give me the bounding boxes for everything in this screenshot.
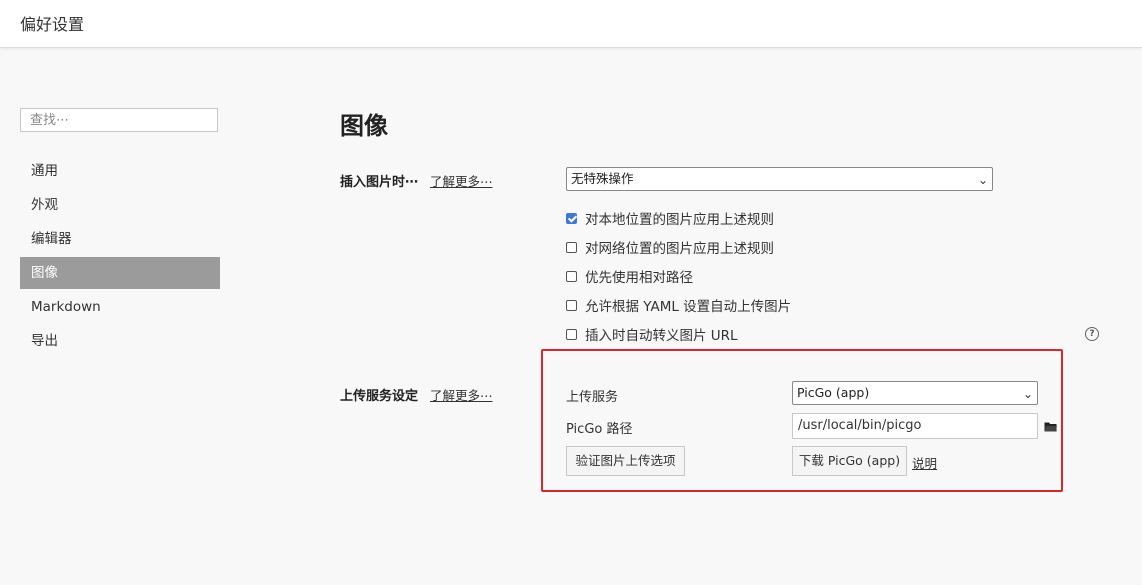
download-picgo-button[interactable]: 下载 PicGo (app) bbox=[792, 446, 907, 476]
upload-service-settings-label: 上传服务设定 bbox=[340, 389, 419, 404]
sidebar-nav: 通用 外观 编辑器 图像 Markdown 导出 bbox=[20, 155, 220, 359]
checkbox-icon[interactable] bbox=[566, 212, 577, 224]
option-label: 对本地位置的图片应用上述规则 bbox=[585, 212, 774, 228]
sidebar-item-markdown[interactable]: Markdown bbox=[20, 291, 220, 323]
sidebar-item-export[interactable]: 导出 bbox=[20, 325, 220, 357]
sidebar-item-general[interactable]: 通用 bbox=[20, 155, 220, 187]
sidebar-item-appearance[interactable]: 外观 bbox=[20, 189, 220, 221]
chevron-down-icon: ⌄ bbox=[977, 173, 988, 187]
option-label: 允许根据 YAML 设置自动上传图片 bbox=[585, 299, 792, 315]
picgo-path-label: PicGo 路径 bbox=[566, 422, 633, 437]
checkbox-icon[interactable] bbox=[566, 328, 577, 340]
checkbox-icon[interactable] bbox=[566, 299, 577, 311]
insert-image-select-value: 无特殊操作 bbox=[571, 171, 634, 186]
page-title: 图像 bbox=[340, 112, 388, 140]
option-relative-path[interactable]: 优先使用相对路径 bbox=[566, 267, 693, 286]
option-label: 优先使用相对路径 bbox=[585, 270, 693, 286]
explain-link[interactable]: 说明 bbox=[912, 453, 937, 472]
option-yaml-auto-upload[interactable]: 允许根据 YAML 设置自动上传图片 bbox=[566, 296, 792, 315]
upload-service-value: PicGo (app) bbox=[797, 385, 870, 400]
verify-upload-button[interactable]: 验证图片上传选项 bbox=[566, 446, 685, 476]
option-label: 对网络位置的图片应用上述规则 bbox=[585, 241, 774, 257]
chevron-down-icon: ⌄ bbox=[1022, 387, 1033, 401]
option-network-images[interactable]: 对网络位置的图片应用上述规则 bbox=[566, 238, 774, 257]
window-title: 偏好设置 bbox=[20, 15, 85, 34]
sidebar-item-editor[interactable]: 编辑器 bbox=[20, 223, 220, 255]
checkbox-icon[interactable] bbox=[566, 241, 577, 253]
upload-service-select[interactable]: PicGo (app) ⌄ bbox=[792, 381, 1038, 405]
search-input[interactable] bbox=[20, 108, 218, 132]
upload-service-label: 上传服务 bbox=[566, 390, 619, 405]
help-circle-icon[interactable]: ? bbox=[1085, 327, 1099, 341]
option-local-images[interactable]: 对本地位置的图片应用上述规则 bbox=[566, 209, 774, 228]
title-bar: 偏好设置 bbox=[0, 0, 1142, 48]
picgo-path-input[interactable]: /usr/local/bin/picgo bbox=[792, 413, 1038, 439]
insert-image-learn-more-link[interactable]: 了解更多⋯ bbox=[430, 171, 493, 190]
insert-image-select[interactable]: 无特殊操作 ⌄ bbox=[566, 167, 993, 191]
sidebar-item-image[interactable]: 图像 bbox=[20, 257, 220, 289]
option-label: 插入时自动转义图片 URL bbox=[585, 328, 738, 344]
insert-image-label: 插入图片时⋯ bbox=[340, 175, 419, 190]
folder-icon[interactable] bbox=[1044, 421, 1057, 432]
option-escape-url[interactable]: 插入时自动转义图片 URL bbox=[566, 325, 738, 344]
checkbox-icon[interactable] bbox=[566, 270, 577, 282]
upload-learn-more-link[interactable]: 了解更多⋯ bbox=[430, 385, 493, 404]
